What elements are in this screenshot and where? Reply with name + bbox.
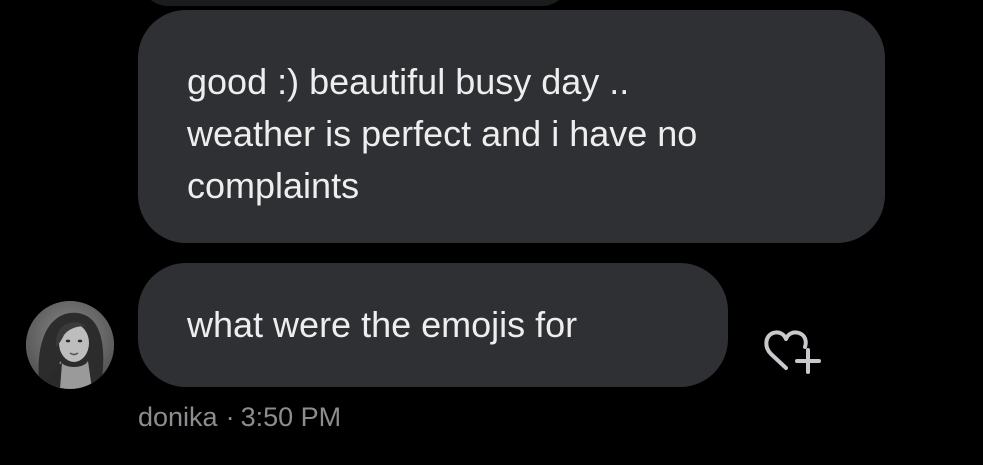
message-text-line: what were the emojis for xyxy=(187,304,578,345)
message-text-line: good :) beautiful busy day .. xyxy=(187,61,630,102)
profile-photo-avatar xyxy=(26,301,114,389)
message-bubble[interactable]: good :) beautiful busy day .. weather is… xyxy=(138,10,885,243)
message-text-line: weather is perfect and i have no xyxy=(187,113,698,154)
avatar[interactable] xyxy=(26,301,114,389)
sender-name[interactable]: donika xyxy=(138,402,218,432)
add-reaction-button[interactable] xyxy=(760,322,824,380)
message-timestamp: 3:50 PM xyxy=(240,402,342,432)
message-bubble[interactable]: what were the emojis for xyxy=(138,263,728,387)
message-meta: donika · 3:50 PM xyxy=(138,400,341,434)
message-text-line: complaints xyxy=(187,165,360,206)
previous-message-bubble-edge xyxy=(140,0,570,6)
meta-separator: · xyxy=(225,402,235,432)
heart-plus-icon xyxy=(764,330,821,374)
